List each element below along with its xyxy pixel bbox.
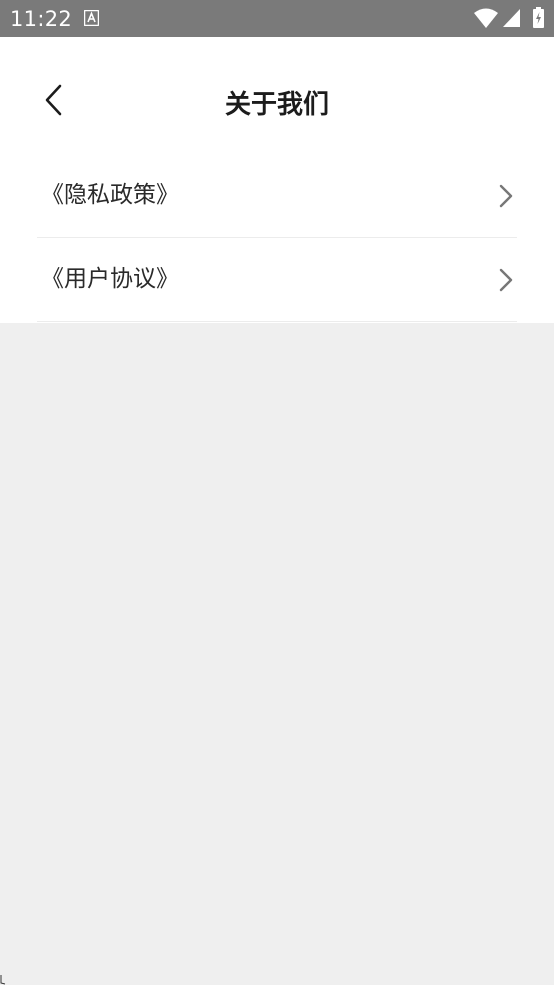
menu-item-label: 《用户协议》	[41, 266, 179, 292]
page-title: 关于我们	[224, 90, 329, 120]
status-time: 11:22	[10, 7, 73, 31]
corner-mark-icon	[0, 975, 6, 985]
status-bar: 11:22	[0, 0, 554, 37]
font-a-icon	[84, 10, 99, 26]
menu-item-label: 《隐私政策》	[41, 182, 179, 208]
chevron-right-icon	[499, 184, 513, 208]
wifi-icon	[474, 8, 498, 28]
menu-item-privacy-policy[interactable]: 《隐私政策》	[37, 154, 517, 238]
signal-icon	[503, 9, 520, 27]
about-content: 关于我们 《隐私政策》 《用户协议》	[0, 37, 554, 323]
menu-item-user-agreement[interactable]: 《用户协议》	[37, 238, 517, 322]
battery-icon	[533, 7, 544, 28]
header: 关于我们	[0, 37, 554, 157]
chevron-right-icon	[499, 268, 513, 292]
